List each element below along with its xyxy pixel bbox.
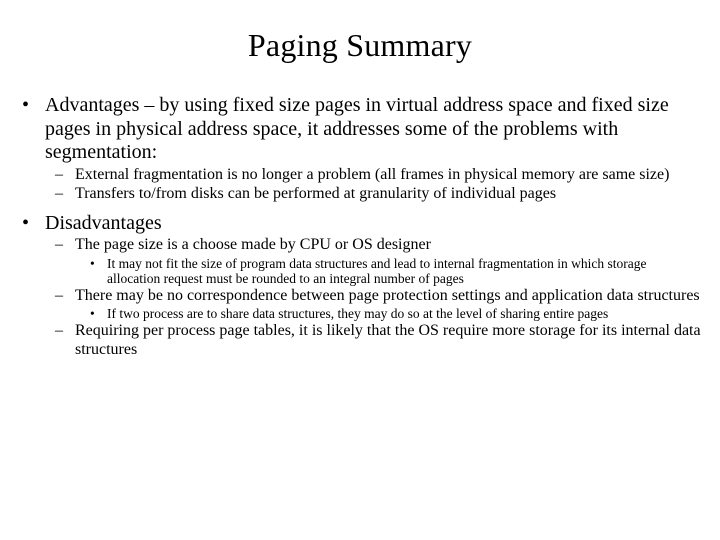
bullet-level2-transfers-disks: – Transfers to/from disks can be perform… <box>0 185 720 204</box>
bullet-marker-level3: • <box>90 255 95 271</box>
bullet-marker-level2: – <box>55 322 63 339</box>
bullet-level3-internal-fragmentation: • It may not fit the size of program dat… <box>0 256 720 286</box>
bullet-level1-advantages: • Advantages – by using fixed size pages… <box>0 94 720 165</box>
bullet-text: External fragmentation is no longer a pr… <box>75 165 670 183</box>
bullet-level2-page-size: – The page size is a choose made by CPU … <box>0 236 720 255</box>
bullet-marker-level1: • <box>22 211 30 234</box>
slide-body: • Advantages – by using fixed size pages… <box>0 94 720 359</box>
bullet-level2-page-protection: – There may be no correspondence between… <box>0 287 720 306</box>
page-title: Paging Summary <box>247 27 473 63</box>
bullet-level2-external-fragmentation: – External fragmentation is no longer a … <box>0 166 720 185</box>
bullet-marker-level1: • <box>22 94 30 116</box>
bullet-marker-level2: – <box>55 236 63 253</box>
bullet-marker-level2: – <box>55 286 63 304</box>
bullet-text: If two process are to share data structu… <box>107 306 609 321</box>
slide: Paging Summary • Advantages – by using f… <box>0 0 720 540</box>
bullet-level1-disadvantages: • Disadvantages <box>0 212 720 236</box>
bullet-text: Transfers to/from disks can be performed… <box>75 185 557 202</box>
bullet-level3-two-process-sharing: • If two process are to share data struc… <box>0 306 720 321</box>
bullet-marker-level2: – <box>55 165 63 183</box>
bullet-text: Disadvantages <box>45 211 162 234</box>
bullet-text: There may be no correspondence between p… <box>75 286 700 304</box>
bullet-text: The page size is a choose made by CPU or… <box>75 236 431 253</box>
bullet-marker-level2: – <box>55 185 63 202</box>
bullet-text: Requiring per process page tables, it is… <box>75 322 701 358</box>
bullet-marker-level3: • <box>90 306 95 321</box>
bullet-text: It may not fit the size of program data … <box>107 255 647 286</box>
bullet-level2-per-process-page-tables: – Requiring per process page tables, it … <box>0 322 720 359</box>
bullet-text: Advantages – by using fixed size pages i… <box>45 94 669 163</box>
